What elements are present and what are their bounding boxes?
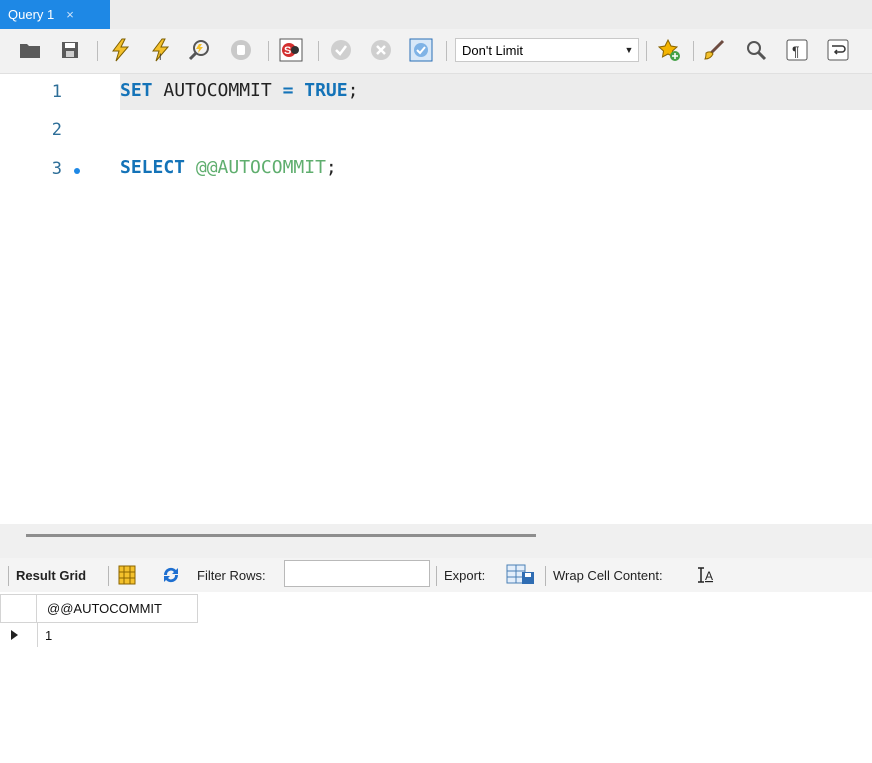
toggle-error-icon[interactable]: S <box>279 38 303 62</box>
panel-splitter[interactable] <box>0 524 872 558</box>
refresh-icon[interactable] <box>160 565 182 590</box>
execute-icon[interactable] <box>109 38 133 62</box>
limit-rows-value: Don't Limit <box>462 42 524 58</box>
beautify-icon[interactable] <box>703 38 727 62</box>
tab-query-1[interactable]: Query 1 × <box>0 0 110 29</box>
svg-text:¶: ¶ <box>792 43 800 59</box>
row-pointer-icon <box>11 630 18 640</box>
chevron-down-icon: ▼ <box>624 45 634 55</box>
statement-marker-icon <box>74 168 80 174</box>
find-icon[interactable] <box>744 38 768 62</box>
line-number: 2 <box>51 120 62 140</box>
semicolon: ; <box>347 80 359 101</box>
column-header[interactable]: @@AUTOCOMMIT <box>37 594 198 623</box>
toolbar-separator <box>8 566 9 586</box>
line-number: 1 <box>51 82 62 102</box>
keyword: SET <box>120 80 153 101</box>
invisible-chars-icon[interactable]: ¶ <box>785 38 809 62</box>
export-icon[interactable] <box>506 564 536 591</box>
save-icon[interactable] <box>58 38 82 62</box>
export-label: Export: <box>444 568 486 583</box>
line-number: 3 <box>51 159 62 179</box>
result-grid-tab[interactable]: Result Grid <box>16 568 86 583</box>
operator: = <box>282 80 294 101</box>
commit-icon[interactable] <box>329 38 353 62</box>
wrap-lines-icon[interactable] <box>826 38 850 62</box>
toolbar-separator <box>97 41 98 61</box>
wrap-cell-content-label: Wrap Cell Content: <box>553 568 663 583</box>
keyword: TRUE <box>304 80 348 101</box>
grid-cell[interactable]: 1 <box>37 623 52 647</box>
close-icon[interactable]: × <box>66 7 74 22</box>
execute-current-icon[interactable]: I <box>149 38 173 62</box>
open-folder-icon[interactable] <box>18 38 42 62</box>
tab-label: Query 1 <box>8 7 55 22</box>
toolbar-separator <box>318 41 319 61</box>
explain-icon[interactable] <box>188 38 212 62</box>
grid-corner[interactable] <box>0 594 37 623</box>
svg-text:A: A <box>705 569 713 583</box>
horizontal-scrollbar[interactable] <box>26 534 536 537</box>
svg-text:S: S <box>284 45 291 57</box>
table-row[interactable] <box>0 623 37 647</box>
system-variable: @@AUTOCOMMIT <box>195 157 326 178</box>
toolbar-separator <box>436 566 437 586</box>
result-grid: @@AUTOCOMMIT 1 <box>0 592 872 763</box>
wrap-cell-content-icon[interactable]: A <box>697 567 715 588</box>
autocommit-icon[interactable] <box>409 38 433 62</box>
stop-icon[interactable] <box>229 38 253 62</box>
add-snippet-icon[interactable] <box>657 38 681 62</box>
sql-editor[interactable]: 1 SET AUTOCOMMIT = TRUE; 2 3 SELECT @@AU… <box>0 74 872 524</box>
code-line-1[interactable]: SET AUTOCOMMIT = TRUE; <box>120 80 358 101</box>
filter-rows-input[interactable] <box>284 560 430 587</box>
toolbar-separator <box>646 41 647 61</box>
tab-bar: Query 1 × <box>0 0 872 29</box>
svg-text:I: I <box>159 52 162 62</box>
filter-rows-label: Filter Rows: <box>197 568 266 583</box>
limit-rows-select[interactable]: Don't Limit ▼ <box>455 38 639 62</box>
toolbar-separator <box>693 41 694 61</box>
result-toolbar: Result Grid Filter Rows: Export: Wrap Ce… <box>0 558 872 592</box>
form-editor-icon[interactable] <box>118 565 136 590</box>
toolbar-separator <box>268 41 269 61</box>
toolbar-separator <box>108 566 109 586</box>
semicolon: ; <box>325 157 337 178</box>
keyword: SELECT <box>120 157 186 178</box>
code-line-3[interactable]: SELECT @@AUTOCOMMIT; <box>120 157 337 178</box>
editor-toolbar: I S Don't Limit ▼ ¶ <box>0 29 872 74</box>
toolbar-separator <box>545 566 546 586</box>
rollback-icon[interactable] <box>369 38 393 62</box>
identifier: AUTOCOMMIT <box>152 80 283 101</box>
toolbar-separator <box>446 41 447 61</box>
